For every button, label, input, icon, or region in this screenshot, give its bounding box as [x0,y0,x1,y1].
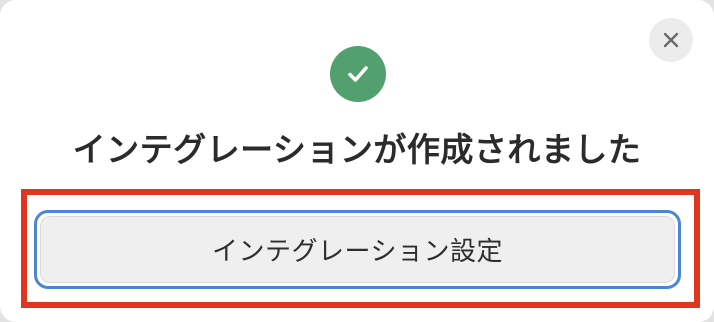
check-circle-icon [330,46,386,102]
check-icon [348,66,368,82]
integration-settings-button-body[interactable]: インテグレーション設定 [40,216,675,283]
integration-created-dialog: インテグレーションが作成されました インテグレーション設定 [0,0,714,322]
integration-settings-button-label: インテグレーション設定 [212,237,503,267]
close-button[interactable] [649,18,693,62]
integration-settings-button[interactable]: インテグレーション設定 [34,210,681,289]
dialog-title: インテグレーションが作成されました [72,130,642,169]
close-icon [663,32,679,48]
